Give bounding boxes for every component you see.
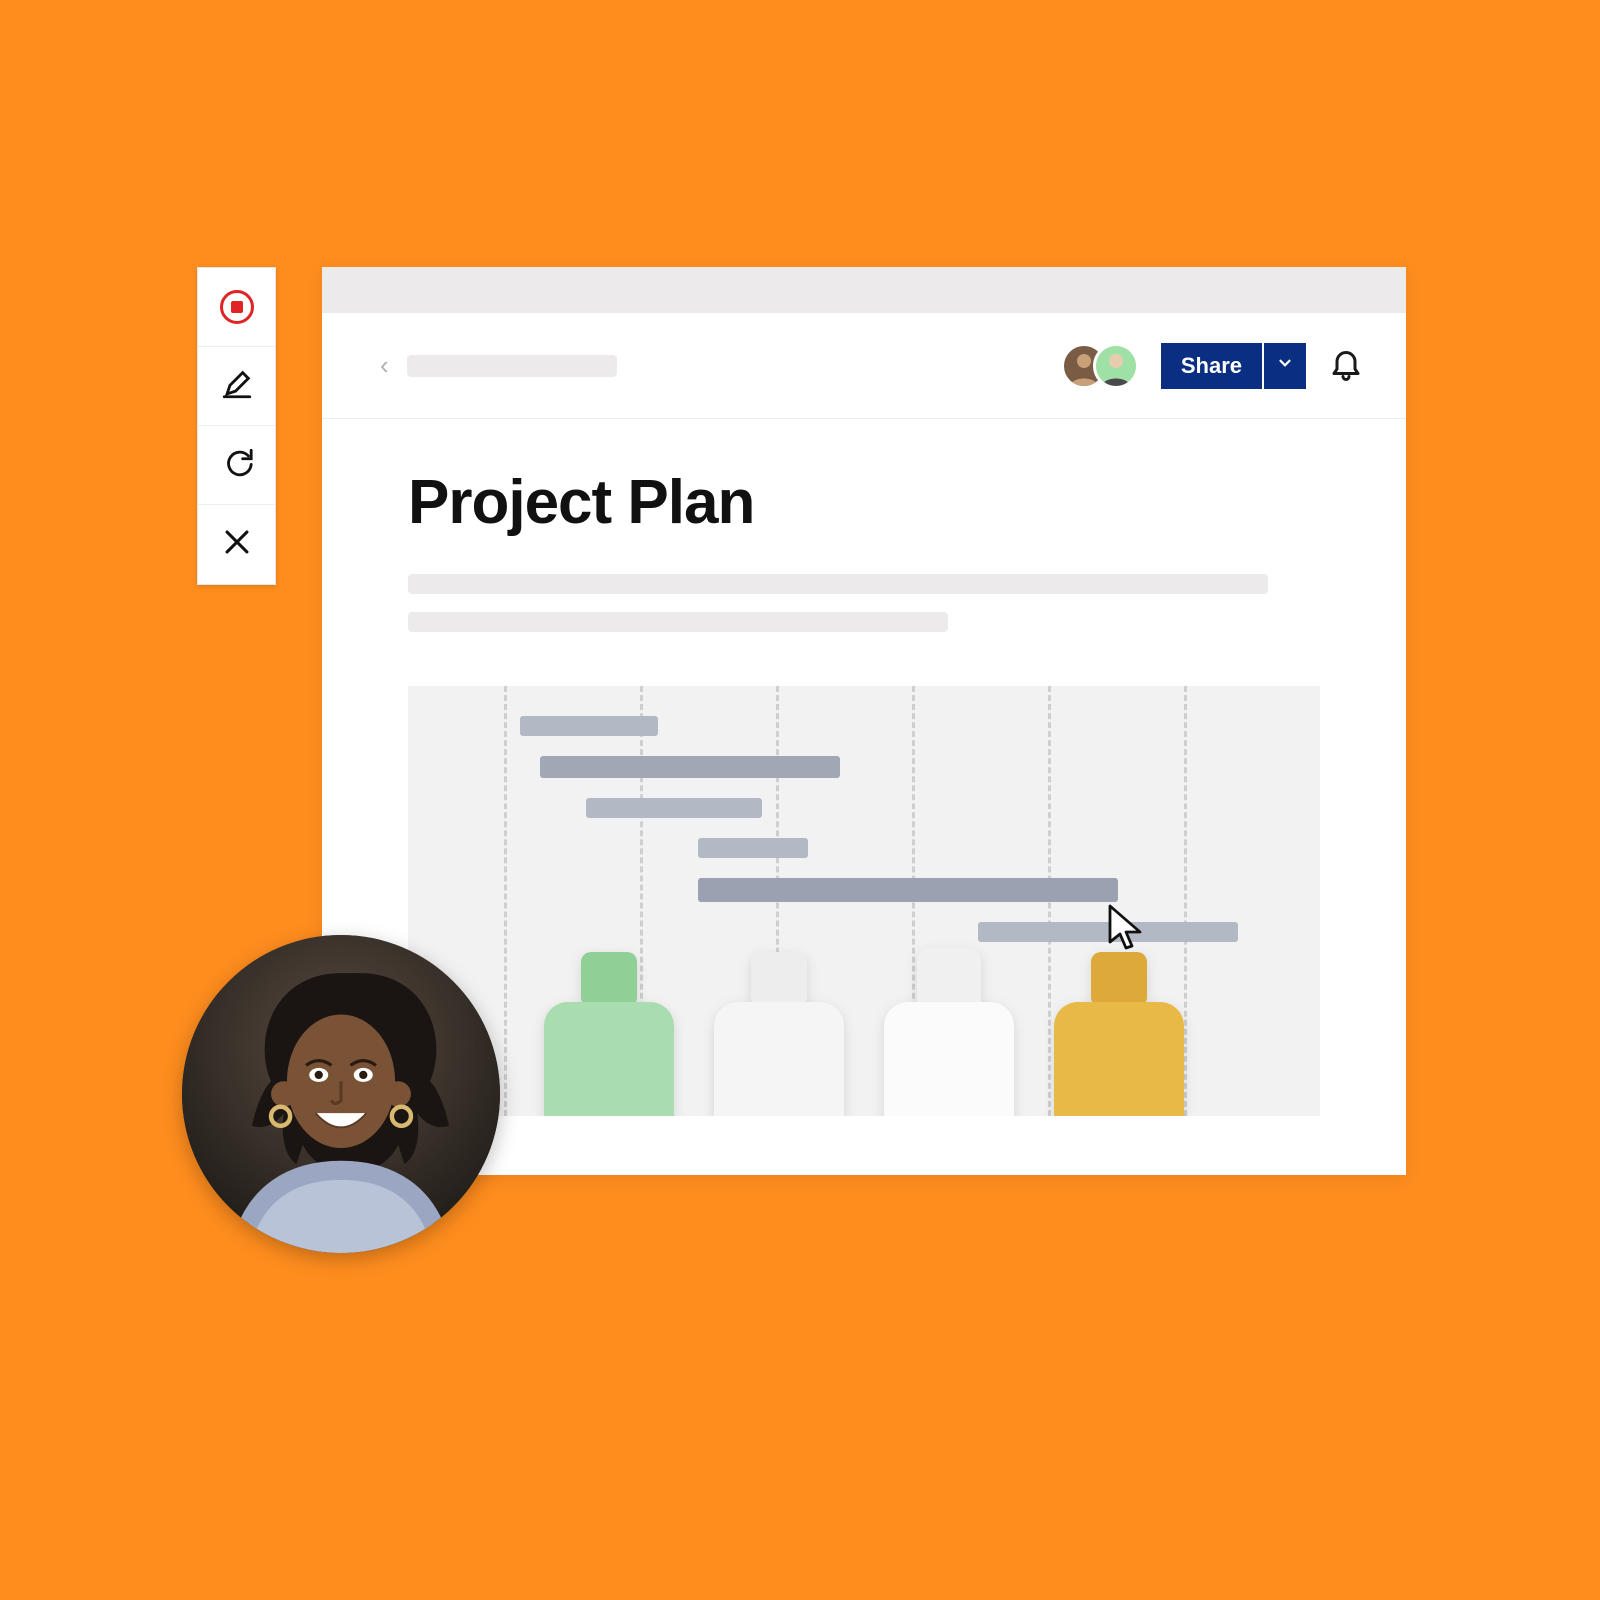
bell-icon (1328, 368, 1364, 385)
redo-icon (220, 446, 254, 485)
page-title: Project Plan (408, 467, 1320, 538)
chevron-down-icon (1276, 354, 1294, 377)
product-bottle-green (544, 932, 674, 1116)
product-image-row (408, 922, 1320, 1116)
gantt-task-bar[interactable] (698, 878, 1118, 902)
close-icon (220, 525, 254, 564)
share-dropdown-button[interactable] (1264, 343, 1306, 389)
record-icon (220, 290, 254, 324)
product-bottle-yellow (1054, 932, 1184, 1116)
record-button[interactable] (198, 268, 275, 347)
document-header: ‹ Share (322, 313, 1406, 419)
document-body: Project Plan (322, 419, 1406, 1116)
product-bottle-white (884, 932, 1014, 1116)
gantt-chart (408, 686, 1320, 1116)
chevron-left-icon: ‹ (380, 350, 389, 381)
collaborator-avatars[interactable] (1061, 343, 1139, 389)
notifications-button[interactable] (1328, 345, 1364, 386)
header-actions: Share (1061, 343, 1364, 389)
gantt-task-bar[interactable] (586, 798, 762, 818)
window-titlebar (322, 267, 1406, 313)
breadcrumb-placeholder (407, 355, 617, 377)
share-label: Share (1181, 353, 1242, 379)
share-button-group: Share (1161, 343, 1306, 389)
gantt-task-bar[interactable] (698, 838, 808, 858)
presenter-avatar (182, 935, 500, 1253)
gantt-bars (408, 716, 1320, 942)
text-placeholder-line (408, 574, 1268, 594)
gantt-task-bar[interactable] (520, 716, 658, 736)
avatar-user-2[interactable] (1093, 343, 1139, 389)
redo-button[interactable] (198, 426, 275, 505)
share-button[interactable]: Share (1161, 343, 1262, 389)
breadcrumb[interactable]: ‹ (380, 350, 617, 381)
pencil-icon (220, 367, 254, 406)
text-placeholder-line (408, 612, 948, 632)
close-button[interactable] (198, 505, 275, 584)
recording-toolbar (197, 267, 276, 585)
gantt-task-bar[interactable] (540, 756, 840, 778)
draw-button[interactable] (198, 347, 275, 426)
product-bottle-white (714, 932, 844, 1116)
